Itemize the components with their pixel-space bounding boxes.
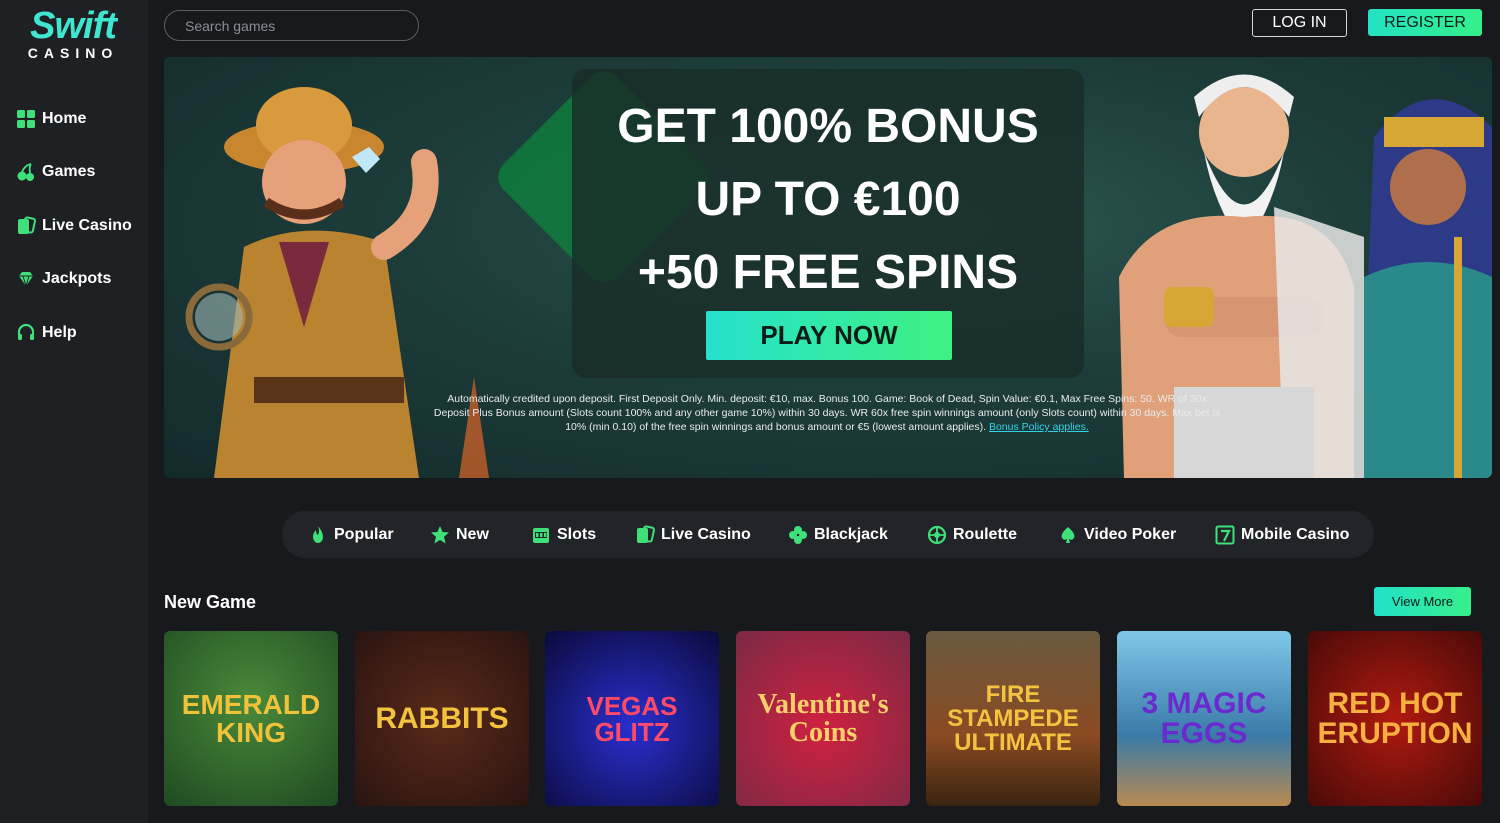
spade-icon [1061, 527, 1075, 543]
flame-icon [313, 526, 323, 543]
promo-banner[interactable]: GET 100% BONUS UP TO €100 +50 FREE SPINS… [164, 57, 1492, 478]
game-tile-emerald-king[interactable]: EMERALD KING [164, 631, 338, 806]
game-tile-title: VEGAS GLITZ [586, 690, 678, 747]
star-icon [431, 526, 449, 544]
category-label: Blackjack [814, 526, 888, 543]
register-button[interactable]: REGISTER [1368, 9, 1482, 36]
category-video-poker[interactable]: Video Poker [1058, 523, 1176, 547]
category-label: Roulette [953, 526, 1017, 543]
casino-logo[interactable]: Swift CASINO [18, 6, 128, 66]
game-tile-title: FIRE STAMPEDE ULTIMATE [947, 680, 1079, 756]
logo-line2: CASINO [27, 45, 119, 61]
category-bar: Popular New Slots Live Casino Blackjack … [282, 511, 1374, 558]
roulette-icon [927, 525, 947, 545]
category-label: Mobile Casino [1241, 526, 1350, 543]
category-popular[interactable]: Popular [308, 523, 394, 547]
sidebar: Swift CASINO Home Games Live Casino Jack… [0, 0, 148, 823]
game-tile-vegas-glitz[interactable]: VEGAS GLITZ [545, 631, 719, 806]
slot-machine-icon [533, 528, 549, 543]
category-live-casino[interactable]: Live Casino [635, 523, 751, 547]
sidebar-nav: Home Games Live Casino Jackpots Help [0, 92, 148, 360]
cards-icon [637, 525, 655, 543]
promo-headline-2: UP TO €100 [695, 173, 961, 226]
sidebar-item-label: Games [42, 163, 96, 181]
login-button[interactable]: LOG IN [1252, 9, 1347, 37]
game-tile-title: RABBITS [375, 701, 509, 735]
sidebar-item-help[interactable]: Help [0, 306, 148, 360]
sidebar-item-label: Home [42, 109, 87, 127]
cherries-icon [17, 163, 34, 182]
promo-box: GET 100% BONUS UP TO €100 +50 FREE SPINS… [572, 69, 1084, 378]
game-tile-title: RED HOT ERUPTION [1317, 686, 1473, 750]
promo-headline-3: +50 FREE SPINS [637, 246, 1019, 299]
clover-icon [789, 526, 807, 544]
promo-headline-1: GET 100% BONUS [617, 100, 1039, 153]
game-tile-fire-stampede[interactable]: FIRE STAMPEDE ULTIMATE [926, 631, 1100, 806]
category-label: New [456, 526, 489, 543]
bonus-terms: Automatically credited upon deposit. Fir… [432, 392, 1222, 434]
bonus-terms-text: Automatically credited upon deposit. Fir… [433, 393, 1221, 433]
game-tile-red-hot-eruption[interactable]: RED HOT ERUPTION [1308, 631, 1482, 806]
sidebar-item-home[interactable]: Home [0, 92, 148, 146]
category-label: Video Poker [1084, 526, 1177, 543]
play-now-button[interactable]: PLAY NOW [706, 311, 952, 360]
game-tile-title: Valentine's Coins [757, 688, 889, 748]
category-slots[interactable]: Slots [531, 523, 596, 547]
category-label: Slots [557, 526, 597, 543]
sidebar-item-games[interactable]: Games [0, 146, 148, 200]
bonus-policy-link[interactable]: Bonus Policy applies. [989, 421, 1089, 433]
sidebar-item-live-casino[interactable]: Live Casino [0, 199, 148, 253]
sidebar-item-label: Help [42, 323, 77, 341]
logo-line1: Swift [30, 5, 117, 47]
game-tile-title: 3 MAGIC EGGS [1141, 686, 1267, 750]
category-label: Popular [334, 526, 394, 543]
pharaoh-character-illustration [1364, 99, 1492, 478]
game-tile-rabbits[interactable]: RABBITS [355, 631, 529, 806]
category-mobile-casino[interactable]: Mobile Casino [1215, 523, 1349, 547]
game-tile-valentines-coins[interactable]: Valentine's Coins [736, 631, 910, 806]
seven-icon [1215, 525, 1235, 545]
view-more-button[interactable]: View More [1374, 587, 1471, 616]
category-blackjack[interactable]: Blackjack [788, 523, 888, 547]
sidebar-item-label: Jackpots [42, 270, 112, 288]
category-roulette[interactable]: Roulette [927, 523, 1017, 547]
sidebar-item-label: Live Casino [42, 216, 132, 234]
game-tile-3-magic-eggs[interactable]: 3 MAGIC EGGS [1117, 631, 1291, 806]
game-tile-title: EMERALD KING [181, 688, 321, 748]
grid-icon [17, 109, 35, 128]
headset-icon [17, 323, 35, 340]
category-new[interactable]: New [430, 523, 489, 547]
section-title: New Game [164, 592, 257, 612]
sidebar-item-jackpots[interactable]: Jackpots [0, 253, 148, 307]
cards-icon [18, 216, 36, 234]
search-input[interactable] [164, 10, 419, 41]
diamond-icon [19, 272, 33, 288]
category-label: Live Casino [661, 526, 751, 543]
